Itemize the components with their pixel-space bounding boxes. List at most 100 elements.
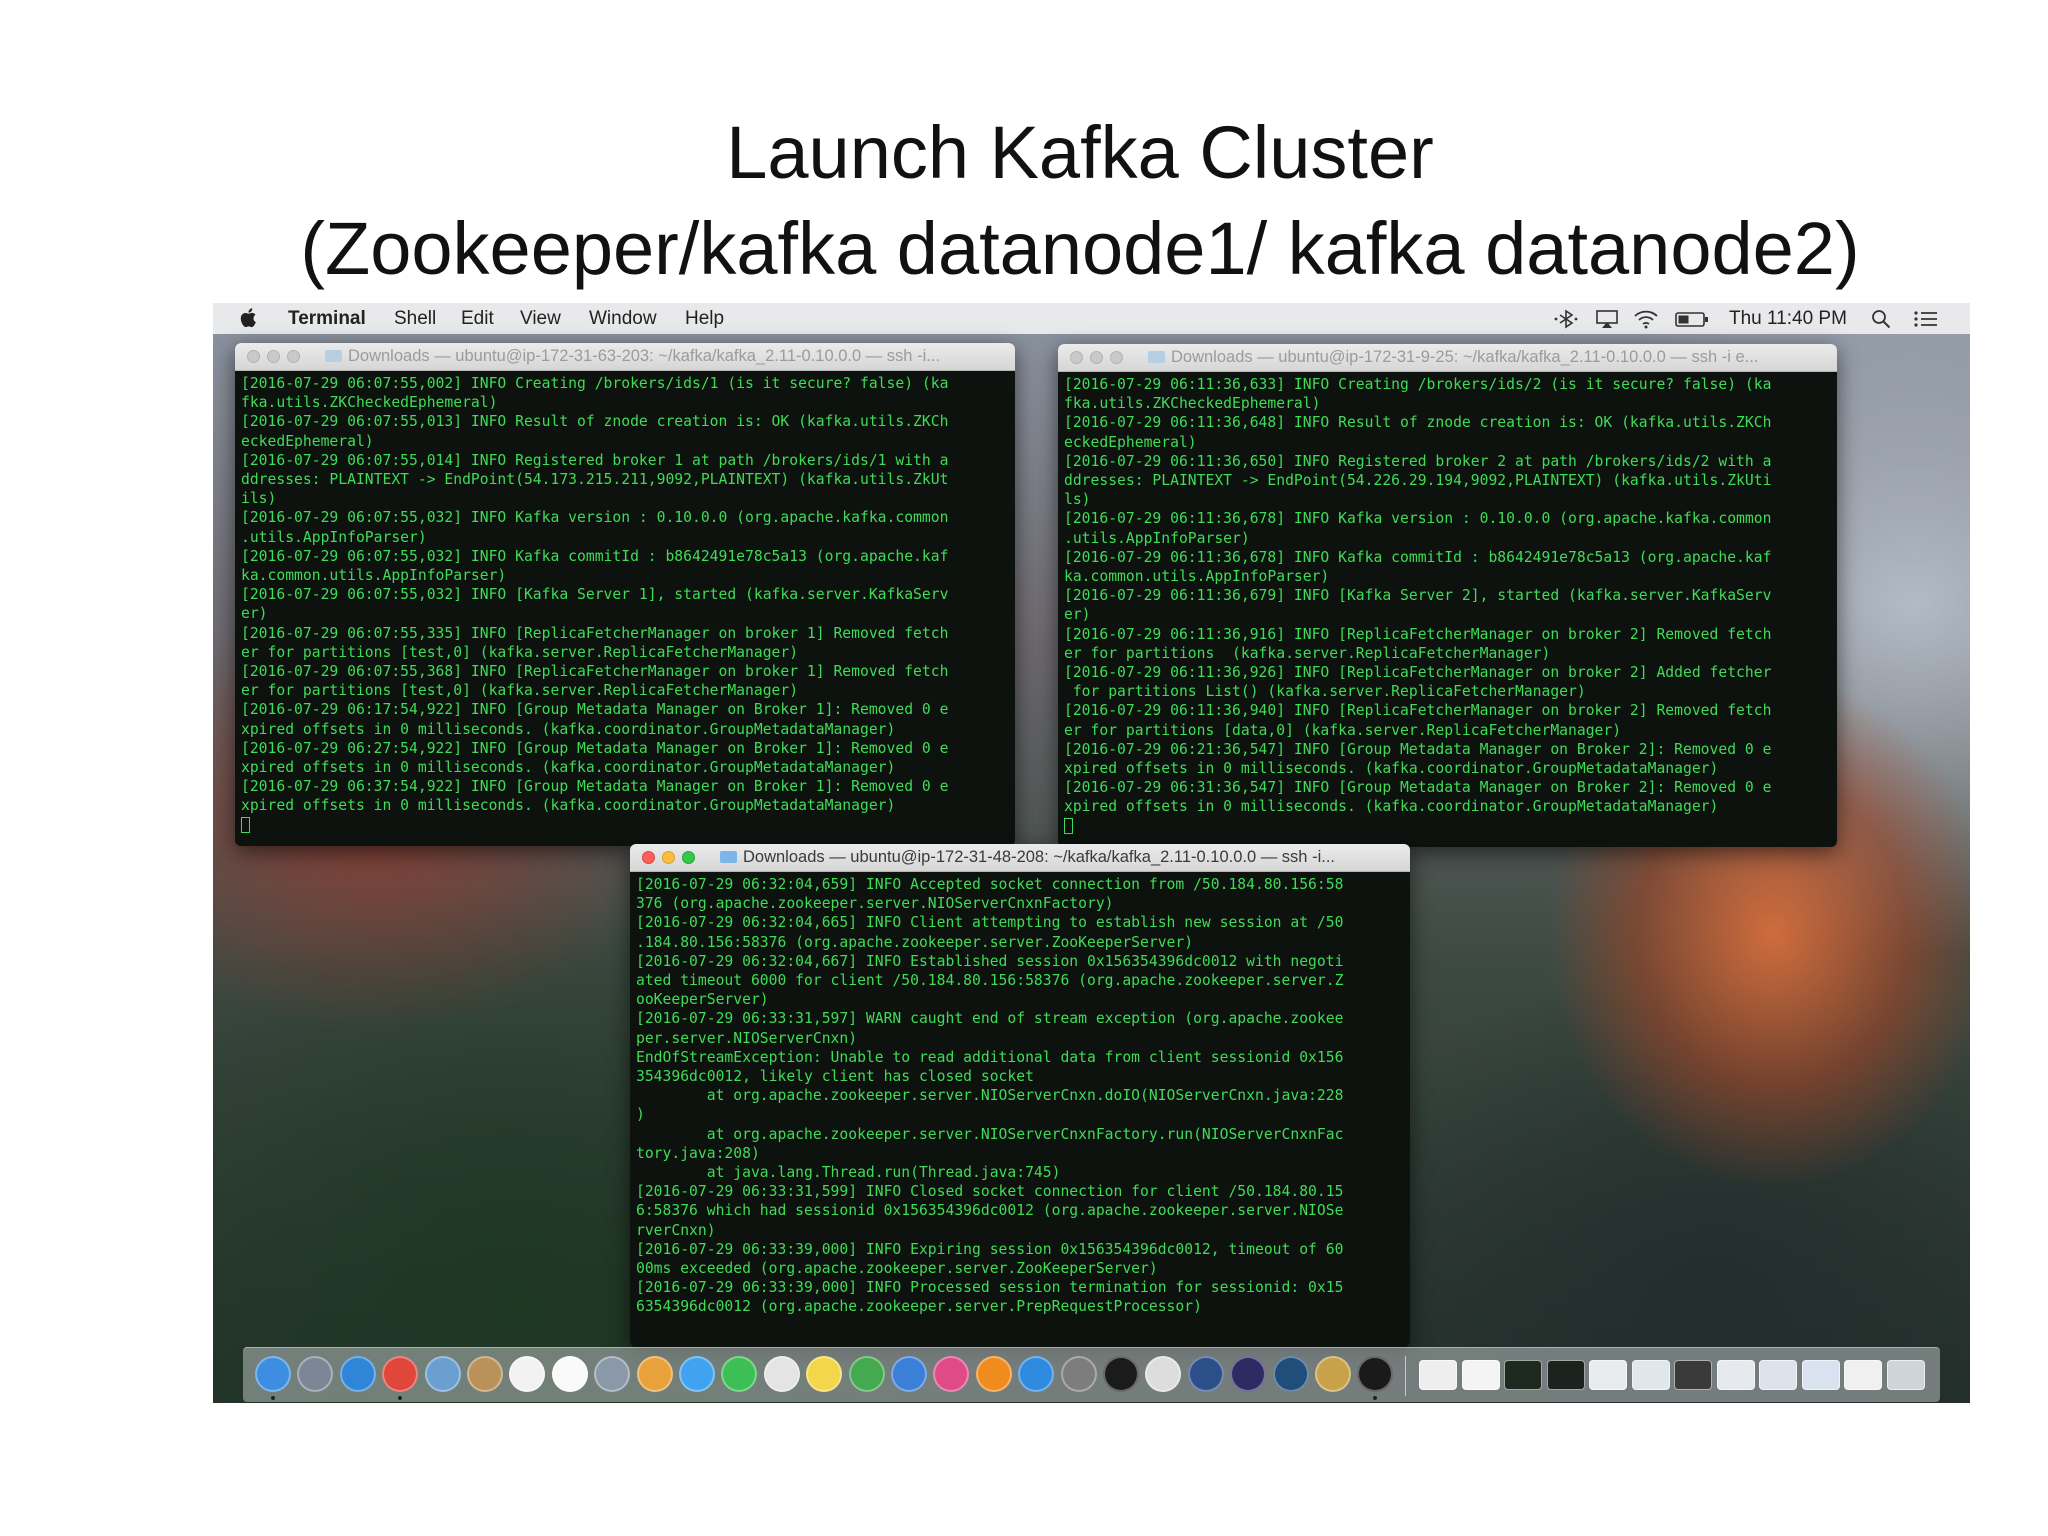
menu-view[interactable]: View <box>520 308 561 330</box>
terminal-window-broker2[interactable]: Downloads — ubuntu@ip-172-31-9-25: ~/kaf… <box>1058 344 1837 847</box>
log-line: [2016-07-29 06:07:55,335] INFO [ReplicaF… <box>241 624 949 642</box>
safari-icon[interactable] <box>339 1356 376 1392</box>
minimized-window-icon[interactable] <box>1801 1360 1840 1390</box>
minimize-button[interactable] <box>662 851 675 864</box>
notes-icon[interactable] <box>806 1356 843 1392</box>
terminal-cursor <box>241 816 250 833</box>
battery-icon[interactable] <box>1675 309 1709 329</box>
log-line: ated timeout 6000 for client /50.184.80.… <box>636 972 1344 990</box>
log-line: [2016-07-29 06:33:39,000] INFO Processed… <box>636 1279 1344 1297</box>
finder-icon[interactable] <box>255 1356 291 1392</box>
terminal-window-broker1[interactable]: Downloads — ubuntu@ip-172-31-63-203: ~/k… <box>235 343 1015 846</box>
window-titlebar[interactable]: Downloads — ubuntu@ip-172-31-9-25: ~/kaf… <box>1058 344 1837 372</box>
dock <box>243 1347 1940 1402</box>
facetime-icon[interactable] <box>721 1356 758 1392</box>
minimized-window-icon[interactable] <box>1674 1360 1712 1390</box>
menu-shell[interactable]: Shell <box>394 308 436 330</box>
minimized-terminal-icon[interactable] <box>1546 1360 1585 1390</box>
webstorm-icon[interactable] <box>1187 1356 1224 1392</box>
log-line: ka.common.utils.AppInfoParser) <box>1064 568 1330 586</box>
contacts-icon[interactable] <box>467 1356 503 1392</box>
numbers-icon[interactable] <box>848 1356 885 1392</box>
terminal-output[interactable]: [2016-07-29 06:11:36,633] INFO Creating … <box>1064 375 1833 843</box>
messages-icon[interactable] <box>679 1356 715 1392</box>
zoom-button[interactable] <box>287 350 300 363</box>
ibooks-icon[interactable] <box>975 1356 1012 1392</box>
window-titlebar[interactable]: Downloads — ubuntu@ip-172-31-63-203: ~/k… <box>235 343 1015 371</box>
minimized-window-icon[interactable] <box>1759 1360 1797 1390</box>
trash-icon[interactable] <box>1886 1360 1925 1390</box>
menu-clock[interactable]: Thu 11:40 PM <box>1729 308 1847 330</box>
chrome-icon[interactable] <box>382 1356 419 1392</box>
menu-app-name[interactable]: Terminal <box>288 308 366 330</box>
itunes-icon[interactable] <box>933 1356 970 1392</box>
document-icon[interactable] <box>1419 1360 1457 1390</box>
log-line: [2016-07-29 06:32:04,667] INFO Establish… <box>636 952 1344 970</box>
calendar-icon[interactable] <box>509 1356 546 1392</box>
log-line: [2016-07-29 06:11:36,678] INFO Kafka com… <box>1064 548 1772 566</box>
close-button[interactable] <box>247 350 260 363</box>
window-title: Downloads — ubuntu@ip-172-31-48-208: ~/k… <box>720 848 1402 868</box>
preview-icon[interactable] <box>424 1356 461 1392</box>
log-line: xpired offsets in 0 milliseconds. (kafka… <box>1064 798 1719 816</box>
terminal-output[interactable]: [2016-07-29 06:32:04,659] INFO Accepted … <box>636 875 1406 1343</box>
menu-window[interactable]: Window <box>589 308 657 330</box>
launchpad-icon[interactable] <box>297 1356 334 1392</box>
textedit-icon[interactable] <box>763 1356 800 1392</box>
slide-title-line1: Launch Kafka Cluster <box>726 111 1434 194</box>
log-line: [2016-07-29 06:21:36,547] INFO [Group Me… <box>1064 740 1772 758</box>
system-preferences-icon[interactable] <box>1060 1356 1097 1392</box>
minimized-window-icon[interactable] <box>1844 1360 1882 1390</box>
log-line: [2016-07-29 06:32:04,665] INFO Client at… <box>636 914 1344 932</box>
log-line: tory.java:208) <box>636 1144 760 1162</box>
log-line: [2016-07-29 06:33:31,599] INFO Closed so… <box>636 1183 1344 1201</box>
wifi-icon[interactable] <box>1633 309 1659 329</box>
log-line: [2016-07-29 06:07:55,013] INFO Result of… <box>241 413 949 431</box>
log-line: ddresses: PLAINTEXT -> EndPoint(54.226.2… <box>1064 472 1772 490</box>
terminal-icon[interactable] <box>1357 1356 1394 1392</box>
minimized-terminal-icon[interactable] <box>1504 1360 1542 1390</box>
minimized-window-icon[interactable] <box>1461 1360 1500 1390</box>
desktop-screenshot: Terminal Shell Edit View Window Help Thu… <box>213 303 1970 1403</box>
close-button[interactable] <box>1070 351 1083 364</box>
menu-edit[interactable]: Edit <box>461 308 494 330</box>
photos-icon[interactable] <box>636 1356 673 1392</box>
apple-icon[interactable] <box>239 307 257 328</box>
log-line: ls) <box>1064 491 1091 509</box>
minimized-window-icon[interactable] <box>1631 1360 1670 1390</box>
terminal-output[interactable]: [2016-07-29 06:07:55,002] INFO Creating … <box>241 374 1011 842</box>
airplay-icon[interactable] <box>1595 309 1619 329</box>
log-line: [2016-07-29 06:11:36,650] INFO Registere… <box>1064 452 1772 470</box>
terminal-window-zookeeper[interactable]: Downloads — ubuntu@ip-172-31-48-208: ~/k… <box>630 844 1410 1347</box>
reminders-icon[interactable] <box>551 1356 588 1392</box>
log-line: [2016-07-29 06:11:36,648] INFO Result of… <box>1064 414 1772 432</box>
log-line: er for partitions [data,0] (kafka.server… <box>1064 721 1622 739</box>
app-store-icon[interactable] <box>1018 1356 1055 1392</box>
keynote-icon[interactable] <box>891 1356 927 1392</box>
pen-icon[interactable] <box>1315 1356 1351 1392</box>
menu-help[interactable]: Help <box>685 308 724 330</box>
zoom-button[interactable] <box>1110 351 1123 364</box>
minimize-button[interactable] <box>267 350 280 363</box>
notification-center-icon[interactable] <box>1913 309 1939 329</box>
log-line: [2016-07-29 06:11:36,940] INFO [ReplicaF… <box>1064 702 1772 720</box>
log-line: eckedEphemeral) <box>241 432 374 450</box>
log-line: xpired offsets in 0 milliseconds. (kafka… <box>241 797 896 815</box>
bluetooth-icon[interactable] <box>1553 309 1579 329</box>
minimize-button[interactable] <box>1090 351 1103 364</box>
intellij-icon[interactable] <box>1103 1356 1139 1392</box>
window-titlebar[interactable]: Downloads — ubuntu@ip-172-31-48-208: ~/k… <box>630 844 1410 872</box>
log-line: [2016-07-29 06:07:55,032] INFO Kafka com… <box>241 547 949 565</box>
menu-bar: Terminal Shell Edit View Window Help Thu… <box>213 303 1970 334</box>
minimized-window-icon[interactable] <box>1716 1360 1755 1390</box>
eclipse-icon[interactable] <box>1230 1356 1267 1392</box>
slide-title-line2: (Zookeeper/kafka datanode1/ kafka datano… <box>300 207 1860 290</box>
minimized-window-icon[interactable] <box>1589 1360 1627 1390</box>
log-line: fka.utils.ZKCheckedEphemeral) <box>1064 395 1321 413</box>
photo-booth-icon[interactable] <box>594 1356 631 1392</box>
script-editor-icon[interactable] <box>1145 1356 1182 1392</box>
vpn-icon[interactable] <box>1272 1356 1309 1392</box>
zoom-button[interactable] <box>682 851 695 864</box>
spotlight-search-icon[interactable] <box>1871 309 1893 329</box>
close-button[interactable] <box>642 851 655 864</box>
